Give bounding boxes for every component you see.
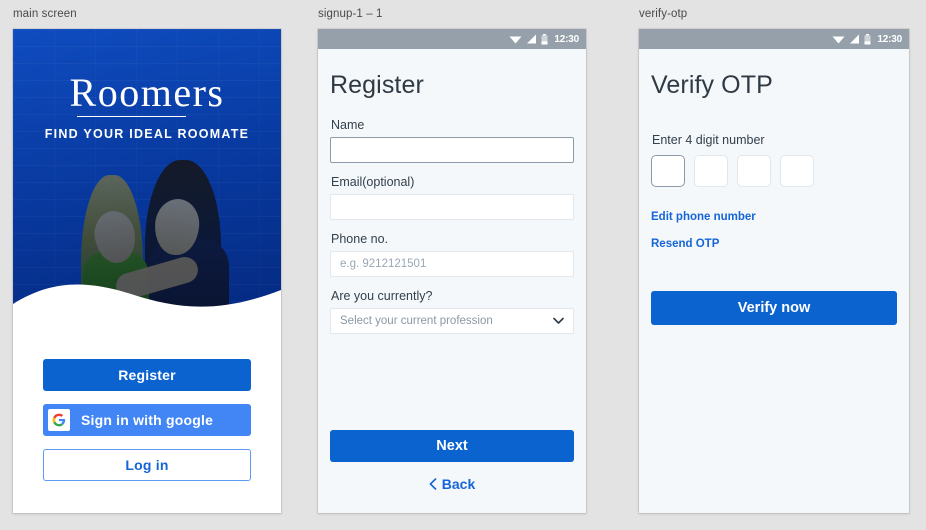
signup-title: Register — [330, 71, 424, 99]
otp-digit-1[interactable] — [651, 155, 685, 187]
profession-label: Are you currently? — [331, 289, 433, 303]
back-label: Back — [441, 476, 476, 492]
otp-digit-3[interactable] — [737, 155, 771, 187]
profession-select[interactable]: Select your current profession — [330, 308, 574, 334]
status-bar: 12:30 — [639, 29, 909, 49]
phone-input[interactable] — [330, 251, 574, 277]
frame-label-otp: verify-otp — [639, 8, 688, 20]
profession-select-wrap: Select your current profession — [330, 308, 574, 334]
wifi-icon — [832, 36, 845, 44]
resend-otp-link[interactable]: Resend OTP — [651, 238, 897, 250]
google-signin-button[interactable]: Sign in with google — [43, 404, 251, 436]
battery-icon — [541, 33, 548, 44]
email-label: Email(optional) — [331, 175, 415, 189]
status-bar-time: 12:30 — [554, 33, 579, 45]
brand-name: Roomers — [69, 70, 225, 115]
google-icon — [48, 409, 70, 431]
wifi-icon — [509, 36, 522, 44]
frame-label-main: main screen — [13, 8, 77, 20]
name-field-group: Name — [330, 118, 574, 163]
phone-label: Phone no. — [331, 232, 388, 246]
wave-divider-icon — [13, 284, 281, 319]
hero-text-block: Roomers FIND YOUR IDEAL ROOMATE — [13, 73, 281, 142]
otp-title: Verify OTP — [651, 71, 773, 99]
name-input[interactable] — [330, 137, 574, 163]
phone-field-group: Phone no. — [330, 232, 574, 277]
status-bar-time: 12:30 — [877, 33, 902, 45]
signal-icon — [850, 34, 860, 44]
email-input[interactable] — [330, 194, 574, 220]
edit-phone-number-link[interactable]: Edit phone number — [651, 211, 897, 223]
otp-input-group — [651, 155, 897, 187]
google-signin-label: Sign in with google — [80, 412, 214, 428]
name-label: Name — [331, 118, 365, 132]
tagline: FIND YOUR IDEAL ROOMATE — [44, 127, 250, 141]
phone-main-screen: Roomers FIND YOUR IDEAL ROOMATE Register — [13, 29, 281, 513]
otp-body: Verify OTP Enter 4 digit number Edit pho… — [639, 49, 909, 513]
profession-field-group: Are you currently? Select your current p… — [330, 289, 574, 334]
profession-selected-value: Select your current profession — [340, 315, 493, 327]
verify-now-button[interactable]: Verify now — [651, 291, 897, 325]
email-field-group: Email(optional) — [330, 175, 574, 220]
next-button[interactable]: Next — [330, 430, 574, 462]
signup-body: Register Name Email(optional) Phone no. … — [318, 49, 586, 513]
battery-icon — [864, 33, 871, 44]
register-button[interactable]: Register — [43, 359, 251, 391]
back-link[interactable]: Back — [429, 476, 475, 492]
main-action-buttons: Register Sign in with google Log in — [13, 359, 281, 481]
otp-digit-4[interactable] — [780, 155, 814, 187]
signup-footer: Next Back — [330, 430, 574, 495]
otp-hint: Enter 4 digit number — [652, 133, 765, 147]
phone-otp-screen: 12:30 Verify OTP Enter 4 digit number Ed… — [639, 29, 909, 513]
hero-banner: Roomers FIND YOUR IDEAL ROOMATE — [13, 29, 281, 319]
phone-signup-screen: 12:30 Register Name Email(optional) Phon… — [318, 29, 586, 513]
brand-logo: Roomers — [68, 73, 227, 118]
otp-digit-2[interactable] — [694, 155, 728, 187]
status-bar: 12:30 — [318, 29, 586, 49]
login-button[interactable]: Log in — [43, 449, 251, 481]
brand-underline — [76, 115, 187, 117]
frame-label-signup: signup-1 – 1 — [318, 8, 383, 20]
chevron-left-icon — [429, 478, 437, 490]
signal-icon — [527, 34, 537, 44]
